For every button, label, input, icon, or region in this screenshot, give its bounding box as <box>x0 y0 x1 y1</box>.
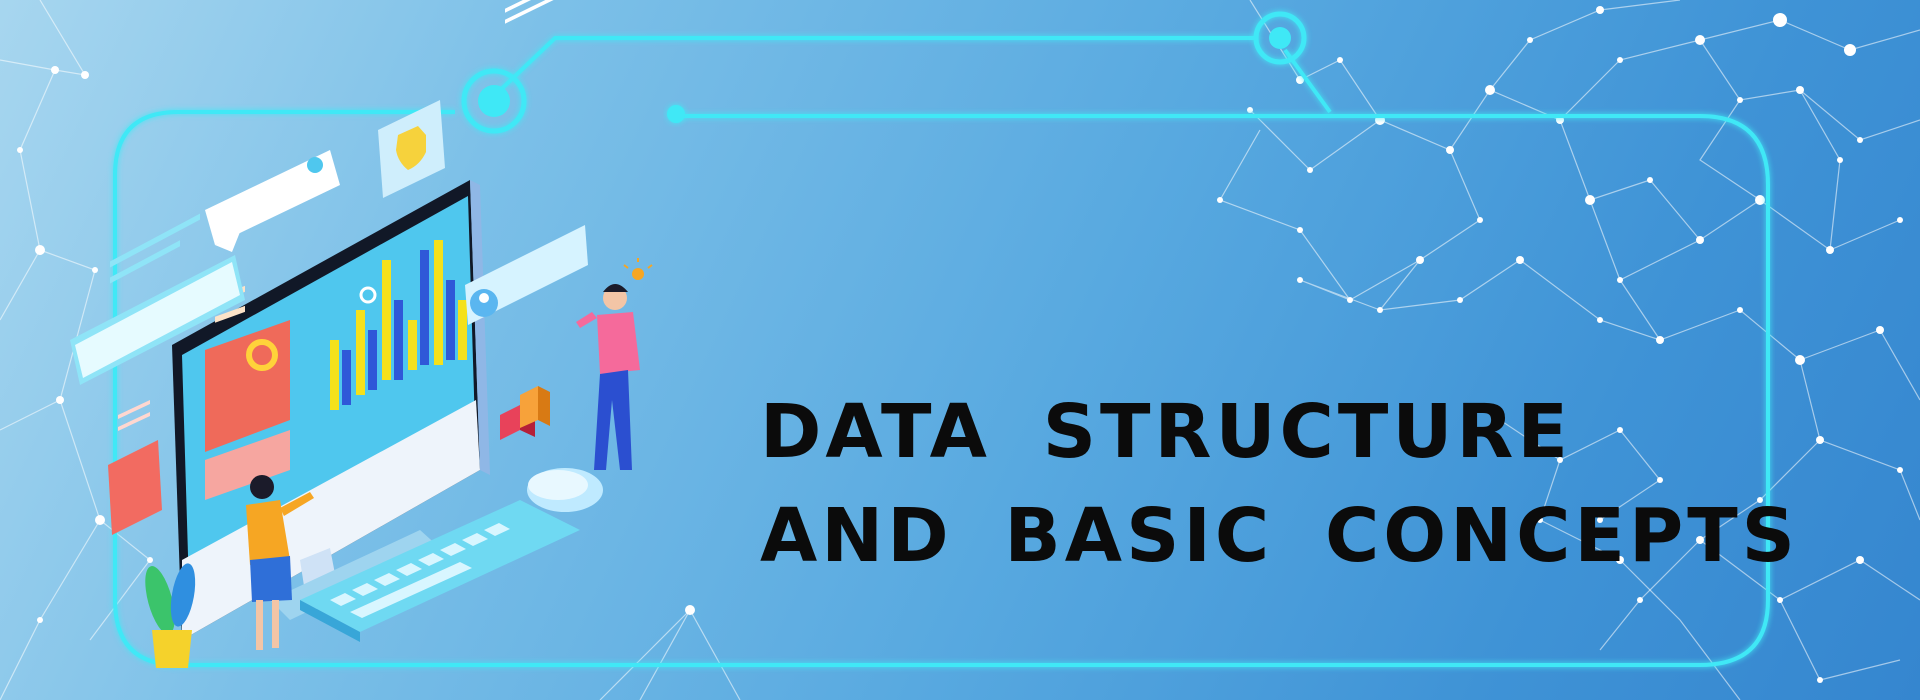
title-block: DATA STRUCTURE AND BASIC CONCEPTS <box>760 380 1799 588</box>
note-card <box>108 400 162 535</box>
computer-illustration <box>70 0 653 668</box>
chat-card-top <box>205 150 340 252</box>
lightbulb-icon <box>623 258 653 280</box>
banner: DATA STRUCTURE AND BASIC CONCEPTS <box>0 0 1920 700</box>
mouse <box>527 468 603 512</box>
title-line-2: AND BASIC CONCEPTS <box>760 493 1799 579</box>
title-line-1: DATA STRUCTURE <box>760 389 1572 475</box>
blocks <box>500 386 550 440</box>
shield-icon <box>378 100 445 198</box>
chat-card-right <box>465 0 588 325</box>
man-figure <box>576 284 640 470</box>
